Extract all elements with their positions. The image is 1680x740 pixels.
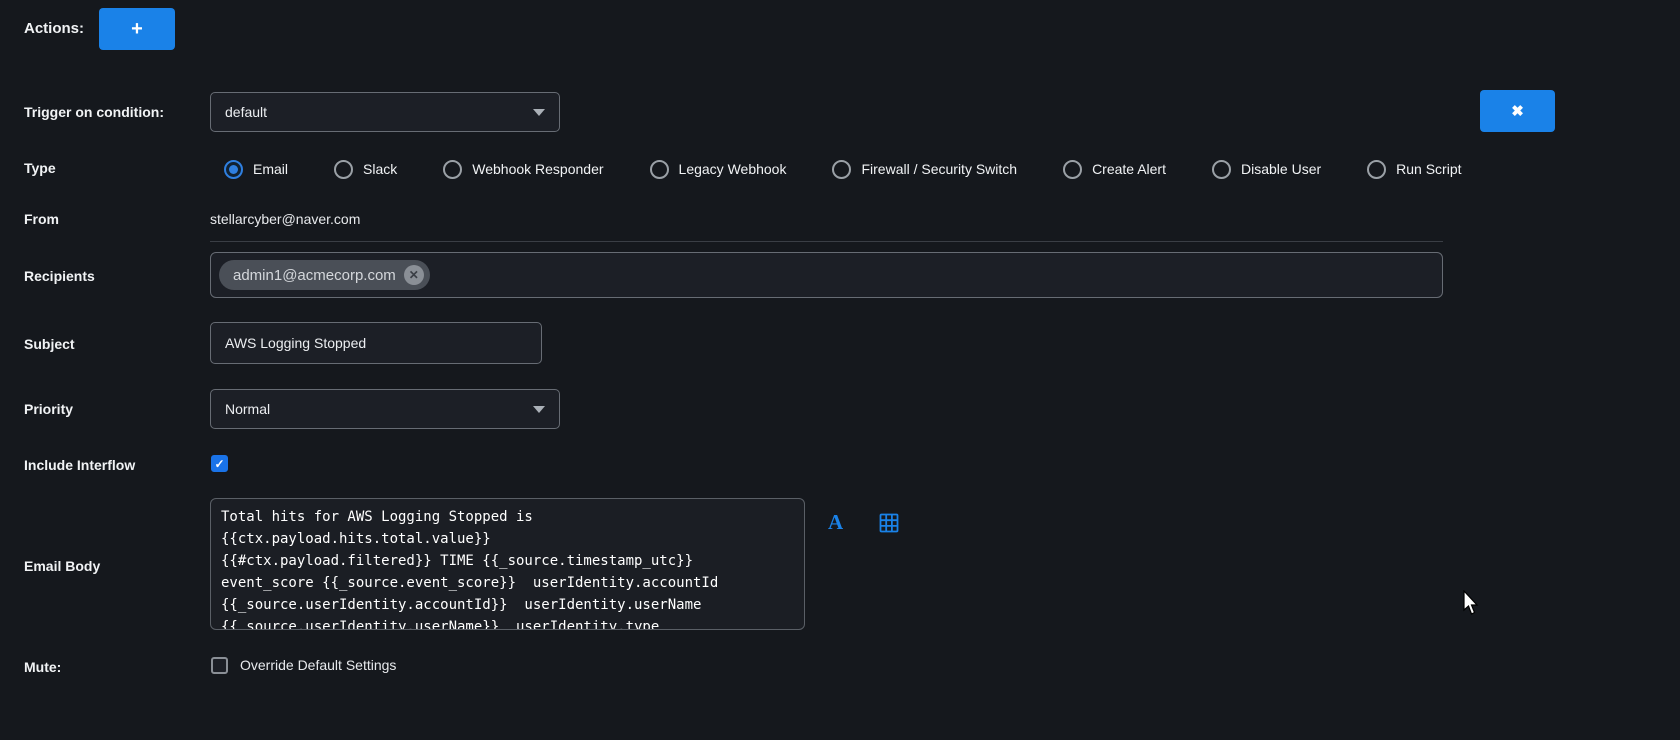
check-icon: ✓: [214, 457, 224, 471]
priority-value: Normal: [225, 401, 270, 417]
radio-icon: [832, 160, 851, 179]
radio-slack-label: Slack: [363, 161, 397, 177]
radio-webhook-responder[interactable]: Webhook Responder: [443, 160, 603, 179]
email-body-label: Email Body: [24, 558, 100, 574]
close-icon: ✖: [1511, 103, 1524, 120]
priority-label: Priority: [24, 401, 73, 417]
chevron-down-icon: [533, 406, 545, 413]
radio-firewall-security-switch[interactable]: Firewall / Security Switch: [832, 160, 1017, 179]
recipients-input[interactable]: admin1@acmecorp.com ✕: [210, 252, 1443, 298]
mute-label: Mute:: [24, 659, 61, 675]
radio-create-alert-label: Create Alert: [1092, 161, 1166, 177]
subject-label: Subject: [24, 336, 75, 352]
email-body-toolbar: A: [828, 510, 899, 535]
add-action-button[interactable]: +: [99, 8, 175, 50]
plus-icon: +: [131, 18, 143, 40]
type-radio-group: Email Slack Webhook Responder Legacy Web…: [224, 157, 1462, 181]
radio-email[interactable]: Email: [224, 160, 288, 179]
radio-icon: [334, 160, 353, 179]
recipients-label: Recipients: [24, 268, 95, 284]
table-icon[interactable]: [879, 513, 899, 533]
radio-run-script[interactable]: Run Script: [1367, 160, 1461, 179]
divider: [210, 241, 1443, 242]
radio-icon: [443, 160, 462, 179]
include-interflow-label: Include Interflow: [24, 457, 135, 473]
trigger-condition-select[interactable]: default: [210, 92, 560, 132]
radio-icon: [650, 160, 669, 179]
mute-checkbox-label: Override Default Settings: [240, 657, 396, 673]
email-body-textarea[interactable]: Total hits for AWS Logging Stopped is {{…: [210, 498, 805, 630]
radio-firewall-label: Firewall / Security Switch: [861, 161, 1017, 177]
from-label: From: [24, 211, 59, 227]
radio-email-label: Email: [253, 161, 288, 177]
recipient-chip-text: admin1@acmecorp.com: [233, 267, 396, 284]
trigger-condition-value: default: [225, 104, 267, 120]
radio-disable-user-label: Disable User: [1241, 161, 1321, 177]
chip-remove-icon[interactable]: ✕: [404, 265, 424, 285]
actions-label: Actions:: [24, 20, 84, 37]
type-label: Type: [24, 160, 56, 176]
from-value: stellarcyber@naver.com: [210, 211, 360, 227]
radio-create-alert[interactable]: Create Alert: [1063, 160, 1166, 179]
radio-icon: [1212, 160, 1231, 179]
radio-icon: [1367, 160, 1386, 179]
radio-legacy-webhook[interactable]: Legacy Webhook: [650, 160, 787, 179]
radio-legacy-webhook-label: Legacy Webhook: [679, 161, 787, 177]
priority-select[interactable]: Normal: [210, 389, 560, 429]
radio-slack[interactable]: Slack: [334, 160, 397, 179]
font-format-icon[interactable]: A: [828, 510, 843, 535]
subject-input[interactable]: [210, 322, 542, 364]
mouse-cursor: [1463, 590, 1481, 616]
chevron-down-icon: [533, 109, 545, 116]
mute-checkbox[interactable]: [211, 657, 228, 674]
radio-webhook-responder-label: Webhook Responder: [472, 161, 603, 177]
remove-action-button[interactable]: ✖: [1480, 90, 1555, 132]
include-interflow-checkbox[interactable]: ✓: [211, 455, 228, 472]
radio-run-script-label: Run Script: [1396, 161, 1461, 177]
radio-disable-user[interactable]: Disable User: [1212, 160, 1321, 179]
radio-selected-icon: [224, 160, 243, 179]
radio-icon: [1063, 160, 1082, 179]
recipient-chip: admin1@acmecorp.com ✕: [219, 260, 430, 290]
trigger-condition-label: Trigger on condition:: [24, 104, 164, 120]
